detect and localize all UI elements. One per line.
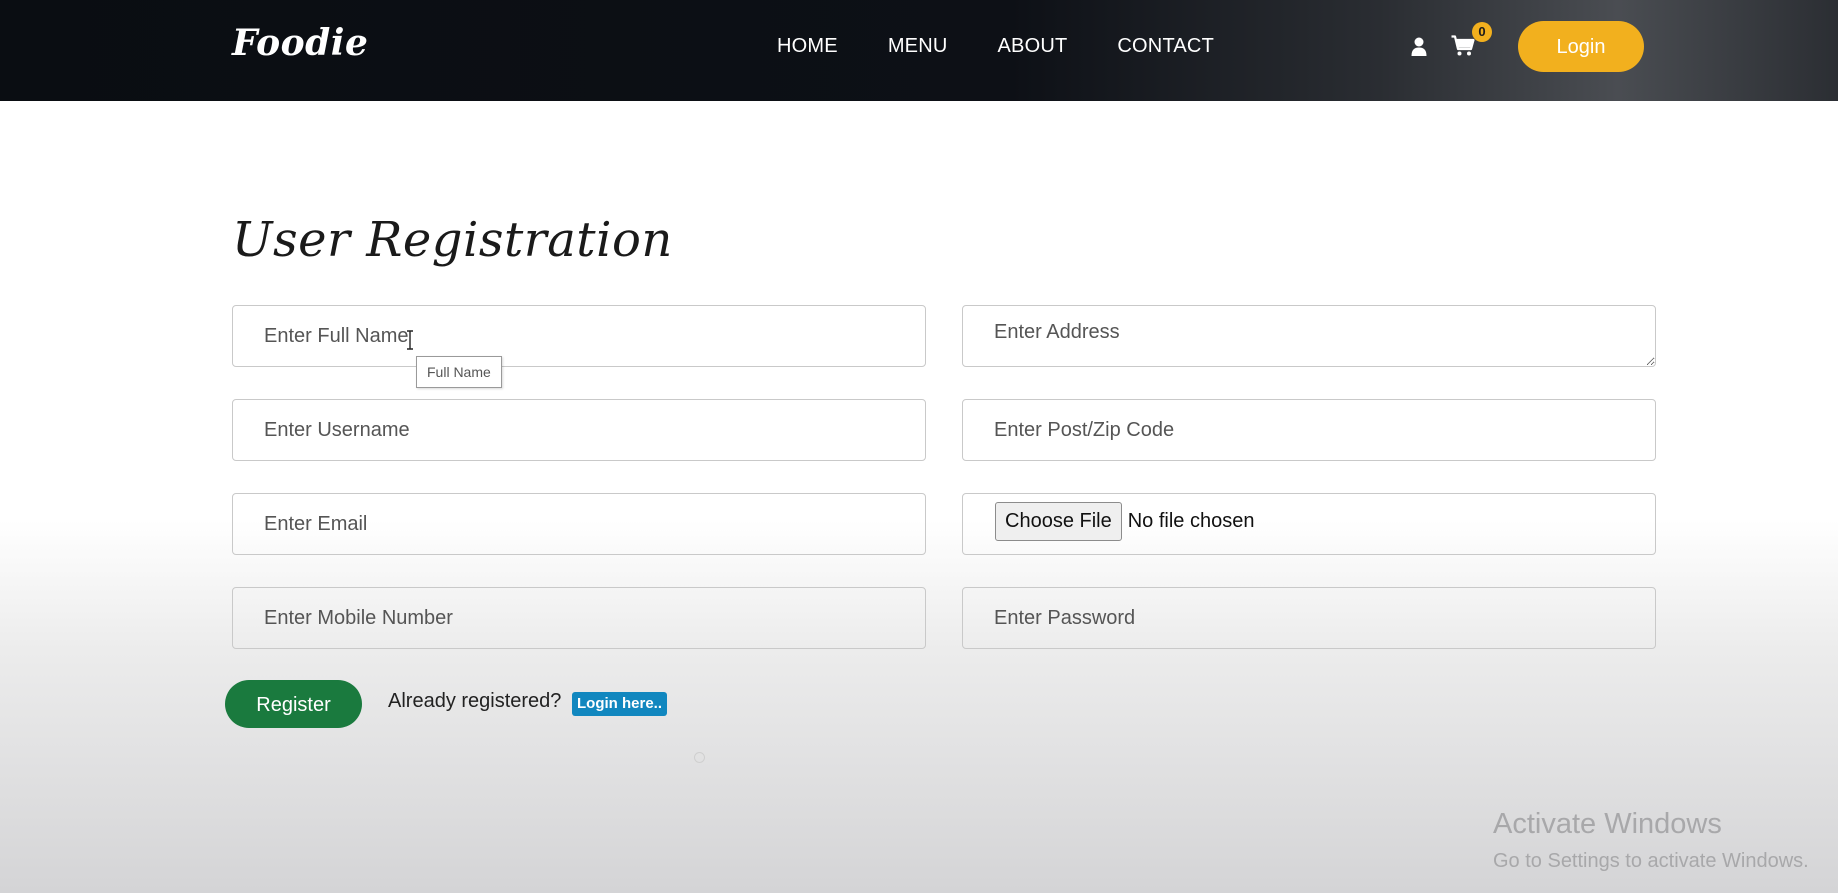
password-input[interactable] (962, 587, 1656, 649)
address-textarea[interactable] (962, 305, 1656, 367)
nav-menu[interactable]: MENU (888, 35, 948, 58)
image-file-input[interactable]: Choose File No file chosen (962, 493, 1656, 555)
cart-icon[interactable] (1451, 35, 1475, 57)
page-title: User Registration (232, 212, 673, 268)
username-input[interactable] (232, 399, 926, 461)
top-navbar: Foodie HOME MENU ABOUT CONTACT 0 Login (0, 0, 1838, 101)
full-name-input[interactable] (232, 305, 926, 367)
full-name-tooltip: Full Name (416, 356, 502, 388)
login-button[interactable]: Login (1518, 21, 1644, 72)
file-status-text: No file chosen (1127, 509, 1255, 532)
user-icon[interactable] (1411, 37, 1427, 57)
email-input[interactable] (232, 493, 926, 555)
nav-home[interactable]: HOME (777, 35, 838, 58)
text-cursor-icon (407, 330, 413, 350)
already-registered-text: Already registered? (388, 690, 562, 712)
main-nav: HOME MENU ABOUT CONTACT (777, 35, 1214, 58)
nav-contact[interactable]: CONTACT (1117, 35, 1214, 58)
login-here-link[interactable]: Login here.. (572, 692, 668, 716)
cart-count-badge: 0 (1472, 22, 1492, 42)
activate-windows-title: Activate Windows (1493, 808, 1722, 840)
loading-indicator (694, 752, 705, 763)
mobile-number-input[interactable] (232, 587, 926, 649)
nav-about[interactable]: ABOUT (998, 35, 1068, 58)
activate-windows-subtitle: Go to Settings to activate Windows. (1493, 850, 1809, 872)
brand-logo[interactable]: Foodie (232, 22, 368, 64)
post-zip-code-input[interactable] (962, 399, 1656, 461)
register-button[interactable]: Register (225, 680, 362, 728)
choose-file-button[interactable]: Choose File (995, 501, 1122, 541)
